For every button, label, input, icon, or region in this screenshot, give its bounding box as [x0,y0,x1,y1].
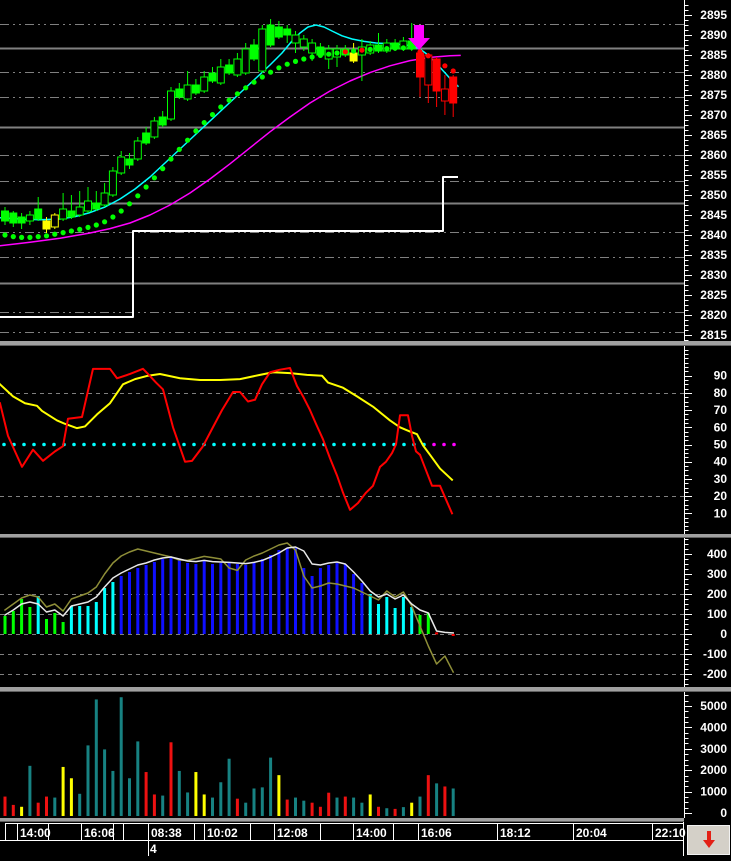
red-down-arrow-icon [702,831,715,848]
svg-text:2840: 2840 [700,228,727,242]
svg-text:2820: 2820 [700,308,727,322]
svg-text:3000: 3000 [700,742,727,756]
svg-text:-100: -100 [703,647,727,661]
svg-text:80: 80 [714,386,728,400]
svg-text:2880: 2880 [700,68,727,82]
svg-text:2835: 2835 [700,248,727,262]
svg-text:2875: 2875 [700,88,727,102]
svg-text:2000: 2000 [700,763,727,777]
svg-text:2825: 2825 [700,288,727,302]
svg-text:100: 100 [707,607,727,621]
svg-text:2865: 2865 [700,128,727,142]
svg-text:2815: 2815 [700,328,727,342]
time-label: 08:38 [151,826,182,840]
svg-text:1000: 1000 [700,785,727,799]
svg-text:2885: 2885 [700,48,727,62]
svg-text:2845: 2845 [700,208,727,222]
svg-text:2855: 2855 [700,168,727,182]
svg-text:10: 10 [714,506,728,520]
svg-text:2870: 2870 [700,108,727,122]
day-start-label: 4 [150,842,157,856]
svg-text:2850: 2850 [700,188,727,202]
svg-text:2895: 2895 [700,8,727,22]
svg-text:5000: 5000 [700,699,727,713]
chart-canvas: 2895 2890 2885 2880 2875 2870 2865 2860 2855 2850… [0,0,731,856]
svg-text:0: 0 [720,627,727,641]
svg-text:0: 0 [720,806,727,820]
svg-text:60: 60 [714,420,728,434]
svg-text:30: 30 [714,472,728,486]
time-axis: 14:00 16:06 08:38 10:02 12:08 14:00 16:06 18:12… [0,822,731,856]
svg-text:20: 20 [714,489,728,503]
trading-chart-window: 2895 2890 2885 2880 2875 2870 2865 2860 2855 2850… [0,0,731,856]
svg-text:50: 50 [714,438,728,452]
svg-text:70: 70 [714,403,728,417]
svg-text:2860: 2860 [700,148,727,162]
time-label: 20:04 [576,826,607,840]
time-label: 16:06 [421,826,452,840]
svg-text:200: 200 [707,587,727,601]
time-label: 14:00 [20,826,51,840]
svg-text:4000: 4000 [700,720,727,734]
scroll-down-button[interactable] [687,825,730,855]
time-label: 12:08 [277,826,308,840]
svg-text:90: 90 [714,369,728,383]
svg-text:400: 400 [707,547,727,561]
svg-text:-200: -200 [703,667,727,681]
time-label: 10:02 [207,826,238,840]
svg-text:300: 300 [707,567,727,581]
time-label: 16:06 [84,826,115,840]
svg-text:2830: 2830 [700,268,727,282]
svg-text:2890: 2890 [700,28,727,42]
time-label: 22:10 [655,826,686,840]
time-label: 14:00 [356,826,387,840]
time-label: 18:12 [500,826,531,840]
svg-text:40: 40 [714,455,728,469]
